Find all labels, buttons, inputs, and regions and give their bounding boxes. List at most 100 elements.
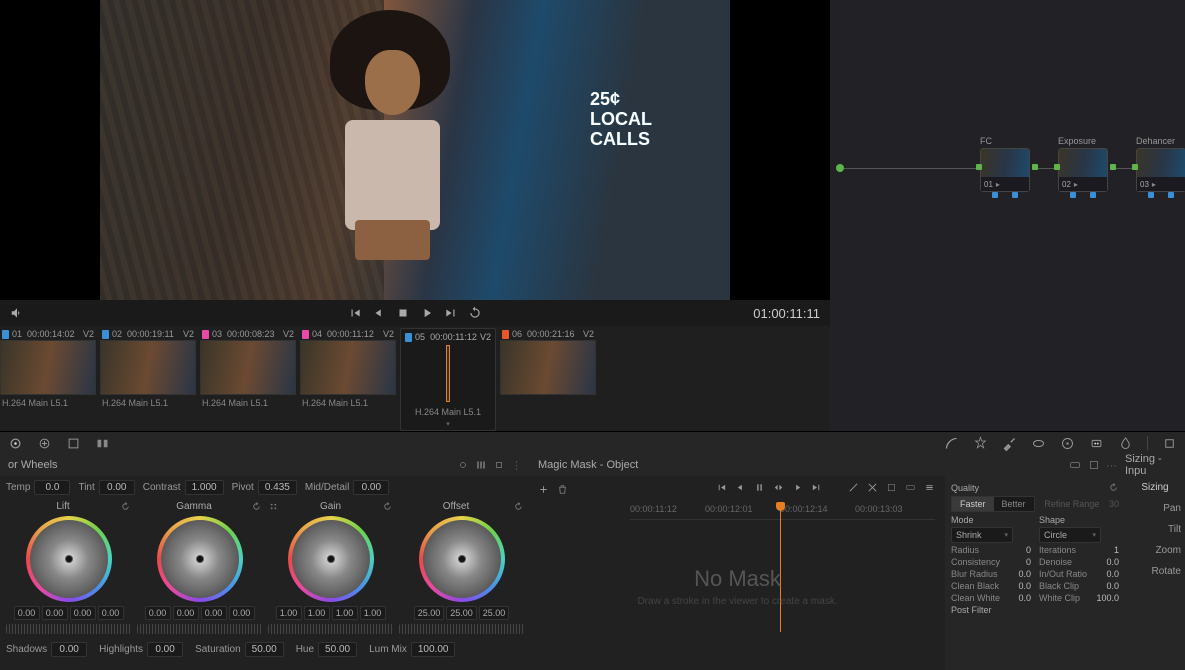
mask-delete-icon[interactable] bbox=[557, 484, 568, 495]
reset-icon[interactable] bbox=[120, 501, 131, 512]
tracker-icon[interactable] bbox=[1060, 436, 1075, 451]
bars-mode-icon[interactable] bbox=[475, 459, 487, 471]
mask-settings-icon[interactable] bbox=[924, 482, 935, 493]
mask-stroke-sub-icon[interactable] bbox=[867, 482, 878, 493]
stop-button[interactable] bbox=[396, 306, 410, 320]
node[interactable]: 01▸ bbox=[980, 148, 1030, 192]
node[interactable]: 02▸ bbox=[1058, 148, 1108, 192]
reset-icon[interactable] bbox=[251, 501, 262, 512]
node-port[interactable] bbox=[1054, 164, 1060, 170]
node-port[interactable] bbox=[1070, 192, 1076, 198]
reset-icon[interactable] bbox=[382, 501, 393, 512]
adjust-temp[interactable]: Temp0.0 bbox=[6, 480, 70, 495]
color-wheel[interactable] bbox=[419, 516, 505, 602]
next-clip-button[interactable] bbox=[444, 306, 458, 320]
mask-param-consistency[interactable]: Consistency0 bbox=[951, 557, 1031, 567]
log-mode-icon[interactable] bbox=[493, 459, 505, 471]
sizing-zoom[interactable]: Zoom bbox=[1155, 545, 1181, 556]
viewer-timecode[interactable]: 01:00:11:11 bbox=[753, 306, 820, 321]
mask-overlay-icon[interactable] bbox=[1088, 459, 1100, 471]
node-port[interactable] bbox=[1090, 192, 1096, 198]
mask-param-denoise[interactable]: Denoise0.0 bbox=[1039, 557, 1119, 567]
adjust-saturation[interactable]: Saturation50.00 bbox=[195, 642, 284, 657]
mask-param-radius[interactable]: Radius0 bbox=[951, 545, 1031, 555]
mask-track-bwd-all-icon[interactable] bbox=[716, 482, 727, 493]
node-port[interactable] bbox=[1148, 192, 1154, 198]
adjust-pivot[interactable]: Pivot0.435 bbox=[232, 480, 297, 495]
mask-param-clean-white[interactable]: Clean White0.0 bbox=[951, 593, 1031, 603]
node-port[interactable] bbox=[1012, 192, 1018, 198]
mask-invert-icon[interactable] bbox=[886, 482, 897, 493]
mask-track-both-icon[interactable] bbox=[773, 482, 784, 493]
node-port[interactable] bbox=[992, 192, 998, 198]
quality-segment[interactable]: Faster Better bbox=[951, 496, 1035, 512]
wheels-mode-icon[interactable] bbox=[457, 459, 469, 471]
curves-icon[interactable] bbox=[8, 436, 23, 451]
mask-stroke-icon[interactable] bbox=[1068, 459, 1082, 471]
clip-thumbnail[interactable]: 0100:00:14:02V2H.264 Main L5.1 bbox=[0, 328, 96, 431]
color-wheel[interactable] bbox=[288, 516, 374, 602]
mute-icon[interactable] bbox=[10, 306, 24, 320]
mask-add-icon[interactable] bbox=[538, 484, 549, 495]
mask-param-blur-radius[interactable]: Blur Radius0.0 bbox=[951, 569, 1031, 579]
clip-thumbnail[interactable]: 0200:00:19:11V2H.264 Main L5.1 bbox=[100, 328, 196, 431]
viewer[interactable] bbox=[0, 0, 830, 300]
curves-tab-icon[interactable] bbox=[944, 436, 959, 451]
prev-clip-button[interactable] bbox=[348, 306, 362, 320]
sizing-tab[interactable]: Sizing bbox=[1141, 482, 1168, 493]
clip-thumbnail[interactable]: 0600:00:21:16V2 bbox=[500, 328, 596, 431]
mask-param-shrink[interactable]: Shrink bbox=[951, 527, 1031, 543]
mask-track-fwd-all-icon[interactable] bbox=[811, 482, 822, 493]
qualifier-picker-icon[interactable] bbox=[1002, 436, 1017, 451]
clip-thumbnail[interactable]: 0400:00:11:12V2H.264 Main L5.1 bbox=[300, 328, 396, 431]
clip-thumbnail[interactable]: 0300:00:08:23V2H.264 Main L5.1 bbox=[200, 328, 296, 431]
sizing-pan[interactable]: Pan bbox=[1163, 503, 1181, 514]
jog-wheel[interactable] bbox=[6, 624, 131, 634]
mask-track-fwd-icon[interactable] bbox=[792, 482, 803, 493]
node-port[interactable] bbox=[1132, 164, 1138, 170]
jog-wheel[interactable] bbox=[137, 624, 262, 634]
blur-icon[interactable] bbox=[1118, 436, 1133, 451]
mask-param-clean-black[interactable]: Clean Black0.0 bbox=[951, 581, 1031, 591]
mask-param-white-clip[interactable]: White Clip100.0 bbox=[1039, 593, 1119, 603]
adjust-mid/detail[interactable]: Mid/Detail0.00 bbox=[305, 480, 389, 495]
mask-param-iterations[interactable]: Iterations1 bbox=[1039, 545, 1119, 555]
adjust-highlights[interactable]: Highlights0.00 bbox=[99, 642, 183, 657]
color-wheel[interactable] bbox=[157, 516, 243, 602]
qualifiers-icon[interactable] bbox=[66, 436, 81, 451]
node[interactable]: 03▸ bbox=[1136, 148, 1185, 192]
picker-icon[interactable] bbox=[268, 501, 279, 512]
node-port[interactable] bbox=[976, 164, 982, 170]
reset-icon[interactable] bbox=[1108, 482, 1119, 493]
warper-icon[interactable] bbox=[973, 436, 988, 451]
node-port[interactable] bbox=[1168, 192, 1174, 198]
adjust-lum-mix[interactable]: Lum Mix100.00 bbox=[369, 642, 455, 657]
node-graph-input[interactable] bbox=[836, 164, 844, 172]
adjust-contrast[interactable]: Contrast1.000 bbox=[143, 480, 224, 495]
sizing-tilt[interactable]: Tilt bbox=[1168, 524, 1181, 535]
magic-mask-icon[interactable] bbox=[1089, 436, 1104, 451]
adjust-hue[interactable]: Hue50.00 bbox=[296, 642, 357, 657]
loop-button[interactable] bbox=[468, 306, 482, 320]
mask-pause-icon[interactable] bbox=[754, 482, 765, 493]
key-icon[interactable] bbox=[1162, 436, 1177, 451]
jog-wheel[interactable] bbox=[399, 624, 524, 634]
mask-track-bwd-icon[interactable] bbox=[735, 482, 746, 493]
palettes-icon[interactable] bbox=[95, 436, 110, 451]
adjust-tint[interactable]: Tint0.00 bbox=[78, 480, 134, 495]
mask-param-in-out-ratio[interactable]: In/Out Ratio0.0 bbox=[1039, 569, 1119, 579]
color-wheel[interactable] bbox=[26, 516, 112, 602]
node-graph[interactable]: FC01▸Exposure02▸Dehancer03▸ bbox=[830, 0, 1185, 431]
node-port[interactable] bbox=[1032, 164, 1038, 170]
window-icon[interactable] bbox=[1031, 436, 1046, 451]
step-back-button[interactable] bbox=[372, 306, 386, 320]
mask-overlay-toggle-icon[interactable] bbox=[905, 482, 916, 493]
mask-stroke-add-icon[interactable] bbox=[848, 482, 859, 493]
sizing-rotate[interactable]: Rotate bbox=[1152, 566, 1181, 577]
node-port[interactable] bbox=[1110, 164, 1116, 170]
reset-icon[interactable] bbox=[513, 501, 524, 512]
mask-param-circle[interactable]: Circle bbox=[1039, 527, 1119, 543]
add-node-icon[interactable] bbox=[37, 436, 52, 451]
play-button[interactable] bbox=[420, 306, 434, 320]
clip-thumbnail[interactable]: 0500:00:11:12V2H.264 Main L5.1 bbox=[400, 328, 496, 431]
